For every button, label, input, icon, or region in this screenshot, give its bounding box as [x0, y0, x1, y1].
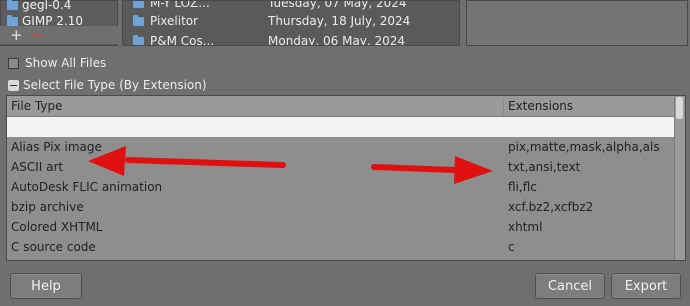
file-type-cell: AutoDesk FLIC animation — [11, 180, 163, 194]
extensions-cell: txt,ansi,text — [508, 160, 581, 174]
file-date: Monday, 06 May, 2024 — [268, 34, 406, 46]
scrollbar-thumb[interactable] — [676, 97, 683, 119]
table-row[interactable]: bzip archive xcf.bz2,xcfbz2 — [7, 197, 675, 217]
file-name: M-Y LOZ... — [150, 0, 210, 10]
collapse-icon[interactable] — [8, 79, 19, 91]
place-item[interactable]: gegl-0.4 — [7, 0, 71, 13]
file-date: Thursday, 18 July, 2024 — [268, 14, 411, 28]
file-row[interactable]: Pixelitor Thursday, 18 July, 2024 — [133, 12, 455, 30]
file-type-table[interactable]: File Type Extensions Alias Pix image pix… — [6, 95, 686, 261]
select-file-type-expander[interactable]: Select File Type (By Extension) — [8, 78, 207, 92]
table-row[interactable] — [7, 117, 675, 137]
extensions-cell: fli,flc — [508, 180, 537, 194]
cancel-button[interactable]: Cancel — [535, 273, 605, 299]
file-type-cell: Colored XHTML — [11, 220, 103, 234]
help-button[interactable]: Help — [10, 273, 82, 299]
add-bookmark-button[interactable]: + — [10, 28, 23, 43]
table-row[interactable]: AutoDesk FLIC animation fli,flc — [7, 177, 675, 197]
column-separator — [503, 98, 504, 115]
column-header-file-type[interactable]: File Type — [11, 99, 62, 113]
table-row[interactable]: Colored XHTML xhtml — [7, 217, 675, 237]
places-toolbar: + − — [0, 26, 118, 44]
column-header-extensions[interactable]: Extensions — [508, 99, 573, 113]
remove-bookmark-button[interactable]: − — [31, 28, 44, 43]
place-item-label: gegl-0.4 — [22, 0, 72, 12]
file-row[interactable]: M-Y LOZ... Tuesday, 07 May, 2024 — [133, 0, 455, 12]
file-row[interactable]: P&M Cos... Monday, 06 May, 2024 — [133, 32, 455, 46]
folder-icon — [7, 15, 18, 26]
file-name: P&M Cos... — [150, 34, 215, 46]
folder-icon — [7, 0, 18, 10]
show-all-files-option[interactable]: Show All Files — [8, 56, 106, 70]
file-type-cell: C source code — [11, 240, 96, 254]
show-all-files-label: Show All Files — [25, 56, 107, 70]
extensions-cell: xcf.bz2,xcfbz2 — [508, 200, 594, 214]
folder-icon — [133, 14, 144, 26]
file-name: Pixelitor — [150, 14, 199, 28]
preview-panel — [466, 0, 688, 46]
table-scrollbar[interactable] — [674, 96, 685, 260]
file-type-cell: ASCII art — [11, 160, 64, 174]
table-row[interactable]: C source code c — [7, 237, 675, 257]
extensions-cell: c — [508, 240, 515, 254]
file-type-cell: bzip archive — [11, 200, 84, 214]
export-button[interactable]: Export — [611, 273, 681, 299]
select-file-type-label: Select File Type (By Extension) — [23, 78, 207, 92]
extensions-cell: pix,matte,mask,alpha,als — [508, 140, 660, 154]
extensions-cell: xhtml — [508, 220, 543, 234]
table-row[interactable]: ASCII art txt,ansi,text — [7, 157, 675, 177]
file-list[interactable]: M-Y LOZ... Tuesday, 07 May, 2024 Pixelit… — [122, 0, 460, 46]
show-all-files-checkbox[interactable] — [8, 57, 19, 69]
folder-icon — [133, 1, 144, 8]
table-row[interactable]: Alias Pix image pix,matte,mask,alpha,als — [7, 137, 675, 157]
file-type-cell: Alias Pix image — [11, 140, 102, 154]
table-header: File Type Extensions — [7, 96, 675, 117]
folder-icon — [133, 34, 144, 45]
file-date: Tuesday, 07 May, 2024 — [268, 0, 407, 10]
